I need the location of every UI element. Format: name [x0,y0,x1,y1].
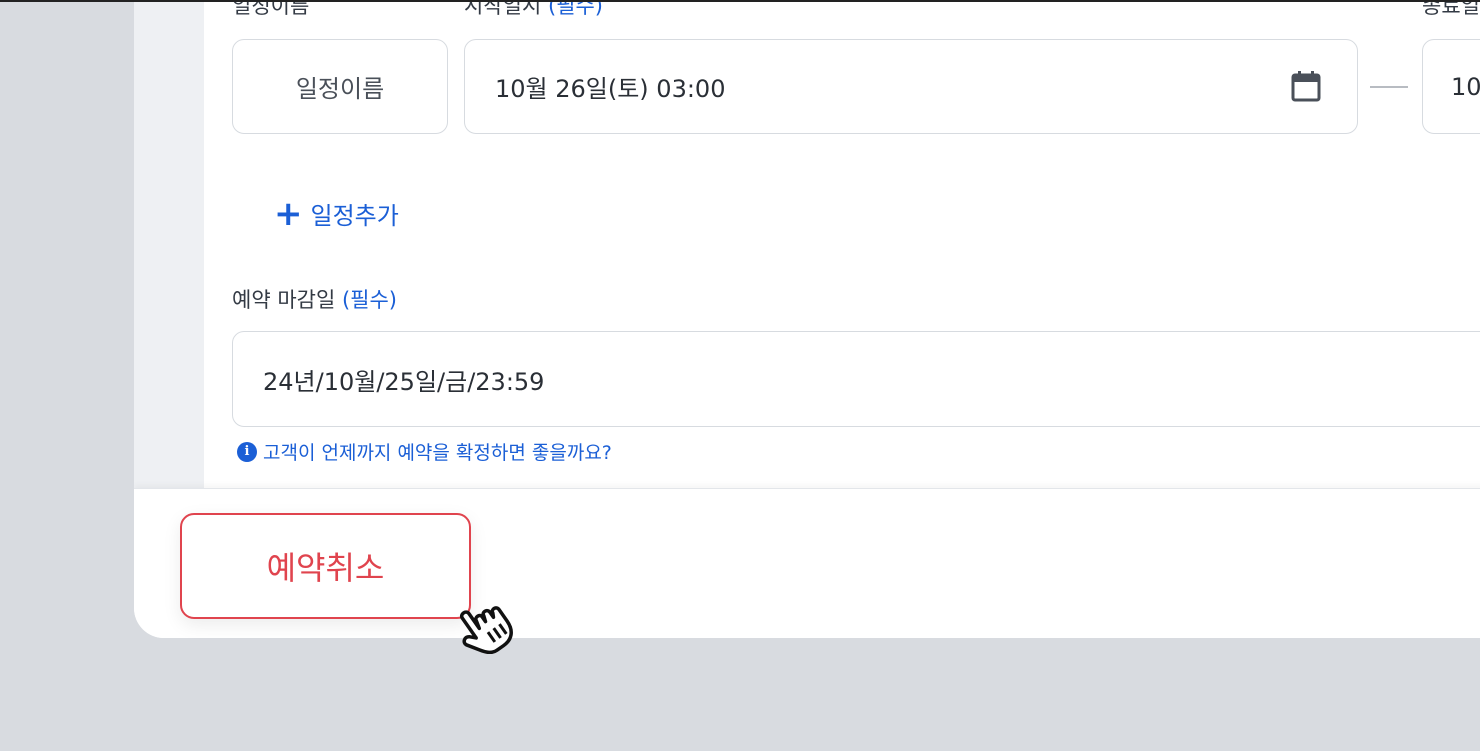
deadline-value: 24년/10월/25일/금/23:59 [263,367,545,396]
deadline-hint: i 고객이 언제까지 예약을 확정하면 좋을까요? [237,438,612,465]
schedule-name-input[interactable]: 일정이름 [232,39,448,134]
end-datetime-input[interactable]: 10 [1422,39,1480,134]
range-separator [1370,86,1408,88]
end-datetime-value: 10 [1451,72,1480,101]
top-border [0,0,1480,2]
plus-icon: + [274,193,303,234]
side-strip [134,0,204,488]
deadline-hint-text: 고객이 언제까지 예약을 확정하면 좋을까요? [263,442,612,464]
schedule-name-label: 일정이름 [232,0,310,18]
add-schedule-button[interactable]: + 일정추가 [274,196,399,231]
cancel-reservation-button[interactable]: 예약취소 [180,513,471,619]
start-datetime-value: 10월 26일(토) 03:00 [495,75,726,103]
start-datetime-input[interactable]: 10월 26일(토) 03:00 [464,39,1358,134]
end-datetime-label: 종료일시 [1422,0,1480,18]
deadline-label: 예약 마감일 (필수) [232,288,397,312]
cancel-reservation-label: 예약취소 [266,549,385,587]
info-icon: i [237,441,257,462]
deadline-input[interactable]: 24년/10월/25일/금/23:59 [232,331,1480,427]
schedule-name-placeholder: 일정이름 [295,75,385,103]
required-marker: (필수) [341,288,397,312]
required-marker: (필수) [547,0,603,18]
hand-pointer-cursor-icon [460,606,513,654]
calendar-icon[interactable] [1291,70,1321,102]
add-schedule-label: 일정추가 [310,202,399,230]
start-datetime-label: 시작일시 (필수) [464,0,603,20]
